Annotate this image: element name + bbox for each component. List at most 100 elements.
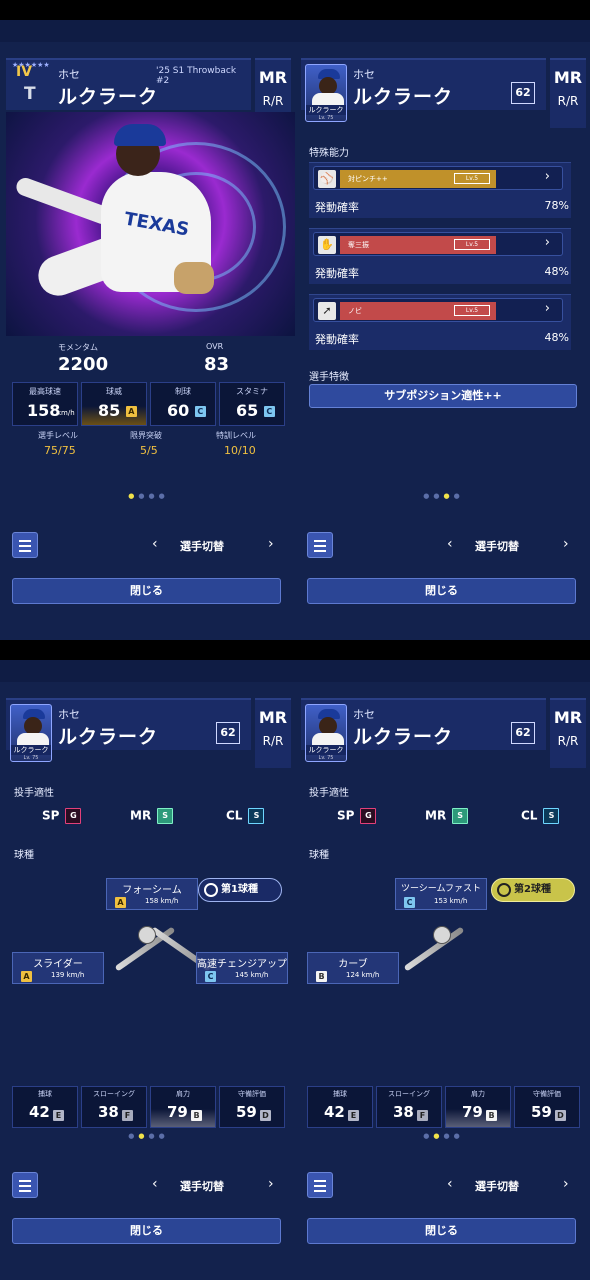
- player-header: ルクラーク Lv. 75 ホセ ルクラーク 62: [6, 698, 251, 762]
- close-button[interactable]: 閉じる: [307, 578, 576, 604]
- player-first-name: ホセ: [353, 68, 375, 81]
- handedness-label: R/R: [557, 94, 579, 108]
- pitch-order-badge[interactable]: 第2球種: [491, 878, 575, 902]
- position-label: MR: [553, 68, 583, 87]
- player-header: ルクラーク Lv. 75 ホセ ルクラーク 62: [301, 58, 546, 122]
- nav-bar: ‹ 選手切替 ›: [307, 532, 576, 562]
- fielding-catch: 捕球 42 E: [307, 1086, 373, 1128]
- close-button[interactable]: 閉じる: [307, 1218, 576, 1244]
- skill-item[interactable]: ⚾ 対ピンチ++ Lv.5 › 発動確率 78%: [309, 162, 571, 218]
- next-player-icon[interactable]: ›: [268, 1176, 274, 1192]
- momentum-value: 2200: [58, 354, 109, 375]
- skill-level: Lv.5: [454, 239, 490, 250]
- level-box: 62: [511, 82, 535, 104]
- level-box: 62: [216, 722, 240, 744]
- player-first-name: ホセ: [353, 708, 375, 721]
- pitch-speed: 145 km/h: [235, 971, 269, 979]
- fielding-rating: 守備評価 59 D: [219, 1086, 285, 1128]
- stat-grid: 最高球速 158 km/h 球威 85 A 制球 60 C スタミナ 65 C: [12, 382, 287, 428]
- pinch-icon: ⚾: [318, 170, 336, 188]
- pitch-breaking[interactable]: 高速チェンジアップ C 145 km/h: [196, 952, 288, 984]
- chevron-right-icon: ›: [544, 169, 550, 184]
- nav-bar: ‹ 選手切替 ›: [12, 1172, 281, 1202]
- stat-stamina: スタミナ 65 C: [219, 382, 285, 426]
- menu-icon[interactable]: [307, 532, 333, 558]
- menu-icon[interactable]: [12, 532, 38, 558]
- skill-name: 奪三振: [348, 241, 369, 249]
- position-box: MR R/R: [255, 698, 291, 768]
- stat-grade: C: [194, 406, 206, 417]
- pitcher-cap: [114, 124, 166, 146]
- pitch-name: 高速チェンジアップ: [197, 959, 287, 970]
- menu-icon[interactable]: [12, 1172, 38, 1198]
- stat-power: 球威 85 A: [81, 382, 147, 426]
- aptitude-row: SP G MR S CL S: [6, 808, 291, 830]
- prev-player-icon[interactable]: ‹: [447, 1176, 453, 1192]
- position-label: MR: [258, 68, 288, 87]
- position-label: MR: [553, 708, 583, 727]
- pitch-grade: B: [316, 971, 327, 982]
- prob-value: 48%: [544, 265, 569, 278]
- prev-player-icon[interactable]: ‹: [152, 536, 158, 552]
- close-button[interactable]: 閉じる: [12, 1218, 281, 1244]
- team-logo: T: [24, 84, 36, 104]
- rotate-icon: [497, 883, 511, 897]
- pitch-fastball[interactable]: ツーシームファスト C 153 km/h: [395, 878, 487, 910]
- menu-icon[interactable]: [307, 1172, 333, 1198]
- page-dots: ●●●●: [128, 1132, 169, 1140]
- chevron-right-icon: ›: [544, 235, 550, 250]
- page-dots: ●●●●: [128, 492, 169, 500]
- pitch-name: ツーシームファスト: [400, 884, 481, 894]
- skill-level: Lv.5: [454, 173, 490, 184]
- next-player-icon[interactable]: ›: [563, 1176, 569, 1192]
- trait-title: 選手特徴: [309, 372, 349, 383]
- handedness-label: R/R: [262, 94, 284, 108]
- skill-item[interactable]: ➚ ノビ Lv.5 › 発動確率 48%: [309, 294, 571, 350]
- position-label: MR: [258, 708, 288, 727]
- position-box: MR R/R: [550, 58, 586, 128]
- prev-player-icon[interactable]: ‹: [152, 1176, 158, 1192]
- stat-control: 制球 60 C: [150, 382, 216, 426]
- page-dots: ●●●●: [423, 1132, 464, 1140]
- prev-player-icon[interactable]: ‹: [447, 536, 453, 552]
- skill-item[interactable]: ✋ 奪三振 Lv.5 › 発動確率 48%: [309, 228, 571, 284]
- level-row: 選手レベル 75/75 限界突破 5/5 特訓レベル 10/10: [12, 430, 287, 460]
- stat-value: 60 C: [167, 401, 206, 420]
- avatar: ルクラーク Lv. 75: [10, 704, 52, 762]
- level-box: 62: [511, 722, 535, 744]
- pitch-speed: 124 km/h: [346, 971, 380, 979]
- season-label: '25 S1 Throwback #2: [156, 66, 237, 86]
- avatar-level: Lv. 75: [318, 755, 334, 761]
- handedness-label: R/R: [557, 734, 579, 748]
- aptitude-mr: MR S: [130, 808, 174, 824]
- avatar-level: Lv. 75: [23, 755, 39, 761]
- pitch-grade: A: [115, 897, 126, 908]
- next-player-icon[interactable]: ›: [563, 536, 569, 552]
- pitch-order-badge[interactable]: 第1球種: [198, 878, 282, 902]
- rank-badge: IV: [16, 64, 33, 80]
- ball-icon: [138, 926, 156, 944]
- fielding-arm: 肩力 79 B: [445, 1086, 511, 1128]
- aptitude-row: SP G MR S CL S: [301, 808, 586, 830]
- aptitude-mr: MR S: [425, 808, 469, 824]
- divider-bar: [0, 640, 590, 660]
- ball-icon: [433, 926, 451, 944]
- nav-bar: ‹ 選手切替 ›: [307, 1172, 576, 1202]
- next-player-icon[interactable]: ›: [268, 536, 274, 552]
- player-last-name: ルクラーク: [353, 86, 454, 108]
- skill-bar: 対ピンチ++ Lv.5: [340, 170, 496, 188]
- fielding-throw: スローイング 38 F: [376, 1086, 442, 1128]
- pitch-fastball[interactable]: フォーシーム A 158 km/h: [106, 878, 198, 910]
- skill-name: ノビ: [348, 307, 362, 315]
- pitch-breaking[interactable]: カーブ B 124 km/h: [307, 952, 399, 984]
- stat-value: 65 C: [236, 401, 275, 420]
- pitch-breaking[interactable]: スライダー A 139 km/h: [12, 952, 104, 984]
- player-level-label: 選手レベル: [38, 431, 78, 440]
- close-button[interactable]: 閉じる: [12, 578, 281, 604]
- training-level-value: 10/10: [224, 444, 256, 457]
- trait-button[interactable]: サブポジション適性++: [309, 384, 577, 408]
- pitch-title: 球種: [14, 850, 34, 861]
- avatar-name: ルクラーク: [306, 105, 346, 115]
- limit-break-value: 5/5: [140, 444, 158, 457]
- stat-grade: A: [125, 406, 137, 417]
